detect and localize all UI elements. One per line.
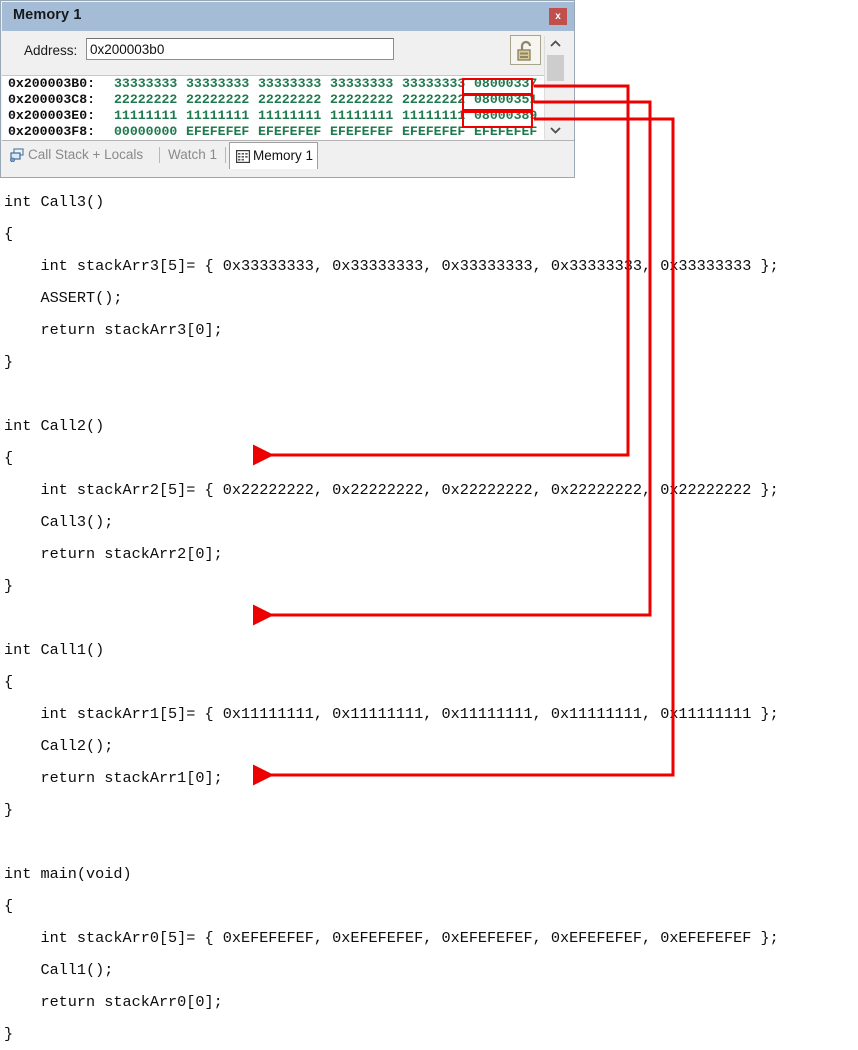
code-line: } (4, 577, 14, 595)
code-line: int Call2() (4, 417, 105, 435)
tab-watch-1[interactable]: Watch 1 (163, 142, 223, 168)
memory-word-value[interactable]: 22222222 (114, 92, 186, 108)
debug-panel-tabstrip: Call Stack + Locals Watch 1 Memory 1 (2, 140, 574, 177)
chevron-down-icon[interactable] (545, 122, 566, 139)
memory-word-value[interactable]: 33333333 (114, 76, 186, 92)
code-line: Call2(); (4, 737, 114, 755)
window-title: Memory 1 (13, 7, 82, 23)
code-line: } (4, 353, 14, 371)
memory-word-value[interactable]: 11111111 (258, 108, 330, 124)
code-line: ASSERT(); (4, 289, 123, 307)
memory-hex-grid[interactable]: 0x200003B0: 33333333 33333333 33333333 33333… (2, 75, 544, 140)
memory-return-address-value[interactable]: 08000337 (474, 76, 544, 92)
address-toolbar: Address: (2, 31, 574, 74)
memory-word-value[interactable]: 33333333 (258, 76, 330, 92)
memory-word-value[interactable]: 11111111 (402, 108, 474, 124)
code-line: } (4, 801, 14, 819)
tab-call-stack-locals[interactable]: Call Stack + Locals (7, 142, 155, 168)
memory-word-value[interactable]: 22222222 (258, 92, 330, 108)
code-line: } (4, 1025, 14, 1043)
memory-row-address: 0x200003B0: (8, 76, 96, 91)
code-line: return stackArr3[0]; (4, 321, 223, 339)
tab-label: Memory 1 (253, 148, 314, 163)
memory-word-value[interactable]: 11111111 (330, 108, 402, 124)
memory-word-value[interactable]: EFEFEFEF (186, 124, 258, 140)
memory-word-value[interactable]: 22222222 (186, 92, 258, 108)
address-label: Address: (24, 43, 78, 58)
source-code-view: int Call3() { int stackArr3[5]= { 0x33333… (0, 186, 858, 1050)
code-line: return stackArr0[0]; (4, 993, 223, 1011)
memory-word-value[interactable]: EFEFEFEF (330, 124, 402, 140)
code-line: { (4, 449, 14, 467)
memory-row[interactable]: 0x200003B0: 33333333 33333333 33333333 33333… (2, 76, 544, 92)
code-line: int stackArr3[5]= { 0x33333333, 0x333333… (4, 257, 779, 275)
code-line: { (4, 897, 14, 915)
tab-label: Call Stack + Locals (28, 147, 144, 162)
memory-return-address-value[interactable]: 08000351 (474, 92, 544, 108)
memory-word-value[interactable]: 33333333 (330, 76, 402, 92)
memory-window: Memory 1 x Address: 0x200003B0:333333333… (0, 0, 575, 178)
memory-row-address: 0x200003E0: (8, 108, 96, 123)
code-line: int Call3() (4, 193, 105, 211)
code-line: int stackArr1[5]= { 0x11111111, 0x111111… (4, 705, 779, 723)
code-line: return stackArr1[0]; (4, 769, 223, 787)
close-icon[interactable]: x (549, 8, 567, 25)
code-line: return stackArr2[0]; (4, 545, 223, 563)
tab-label: Watch 1 (168, 147, 218, 162)
memory-word-value[interactable]: 33333333 (402, 76, 474, 92)
code-line: int stackArr0[5]= { 0xEFEFEFEF, 0xEFEFEF… (4, 929, 779, 947)
code-line: { (4, 225, 14, 243)
memory-grid-icon (236, 150, 250, 163)
memory-row[interactable]: 0x200003F8: 00000000 EFEFEFEF EFEFEFEF EFEFE… (2, 124, 544, 140)
padlock-glyph (516, 40, 531, 61)
code-line: Call1(); (4, 961, 114, 979)
chevron-up-icon[interactable] (545, 36, 566, 53)
memory-row[interactable]: 0x200003E0: 11111111 11111111 11111111 11111… (2, 108, 544, 124)
memory-word-value[interactable]: 00000000 (114, 124, 186, 140)
address-input[interactable] (86, 38, 394, 60)
memory-word-value[interactable]: EFEFEFEF (474, 124, 544, 140)
tab-separator (225, 147, 226, 163)
memory-row[interactable]: 0x200003C8: 22222222 22222222 22222222 22222… (2, 92, 544, 108)
memory-row-address: 0x200003F8: (8, 124, 96, 139)
memory-word-value[interactable]: EFEFEFEF (402, 124, 474, 140)
tab-memory-1[interactable]: Memory 1 (229, 142, 318, 169)
unlocked-padlock-icon[interactable] (510, 35, 541, 65)
memory-scrollbar[interactable] (544, 36, 566, 139)
code-line: int stackArr2[5]= { 0x22222222, 0x222222… (4, 481, 779, 499)
tab-separator (159, 147, 160, 163)
scrollbar-thumb[interactable] (547, 55, 564, 81)
code-line: int Call1() (4, 641, 105, 659)
memory-word-value[interactable]: EFEFEFEF (258, 124, 330, 140)
memory-word-value[interactable]: 22222222 (330, 92, 402, 108)
memory-return-address-value[interactable]: 08000389 (474, 108, 544, 124)
memory-word-value[interactable]: 11111111 (114, 108, 186, 124)
memory-word-value[interactable]: 33333333 (186, 76, 258, 92)
code-line: int main(void) (4, 865, 132, 883)
code-line: Call3(); (4, 513, 114, 531)
call-stack-icon (10, 148, 24, 162)
memory-window-titlebar: Memory 1 x (2, 2, 574, 31)
memory-row-address: 0x200003C8: (8, 92, 96, 107)
memory-word-value[interactable]: 11111111 (186, 108, 258, 124)
code-line: { (4, 673, 14, 691)
memory-word-value[interactable]: 22222222 (402, 92, 474, 108)
